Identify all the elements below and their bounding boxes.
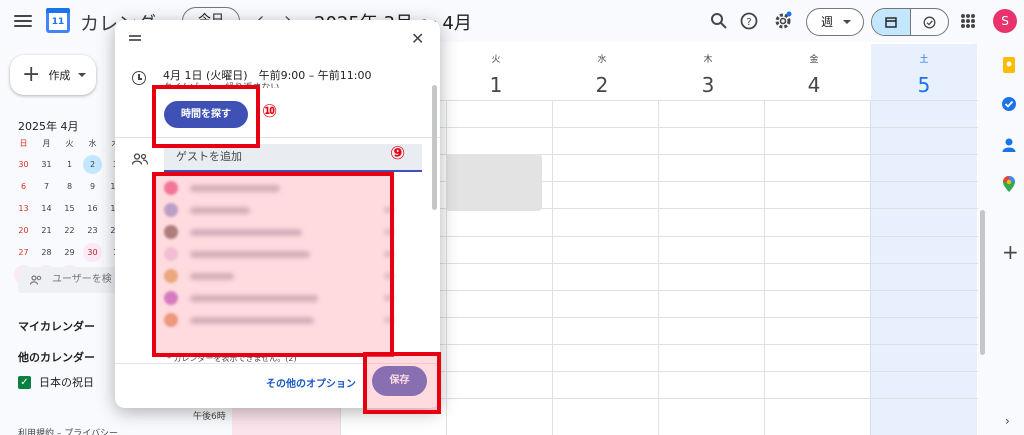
grid-scrollbar[interactable] bbox=[980, 210, 985, 355]
day-number[interactable]: 5 bbox=[874, 73, 974, 97]
mini-calendar: 日月火水木30311236789101314151617202122232427… bbox=[12, 136, 121, 284]
mini-calendar-day[interactable]: 30 bbox=[83, 243, 102, 262]
annotation-box-guests bbox=[152, 172, 394, 357]
day-of-week: 火 bbox=[491, 55, 501, 65]
day-header[interactable]: 火1 bbox=[446, 52, 546, 97]
calendar-logo: 11 bbox=[46, 8, 70, 33]
mini-calendar-day[interactable]: 29 bbox=[58, 243, 81, 262]
contacts-icon[interactable] bbox=[1000, 136, 1018, 154]
logo-number: 11 bbox=[51, 17, 65, 27]
clock-icon bbox=[132, 71, 146, 85]
day-of-week: 水 bbox=[597, 55, 607, 65]
day-of-week: 土 bbox=[919, 55, 929, 65]
draft-event-block[interactable] bbox=[446, 154, 542, 211]
mini-calendar-day[interactable]: 23 bbox=[81, 221, 104, 240]
saturday-column-highlight bbox=[871, 44, 977, 435]
svg-text:?: ? bbox=[746, 17, 751, 28]
guests-icon bbox=[132, 153, 148, 165]
mini-calendar-day[interactable]: 9 bbox=[81, 177, 104, 196]
selected-slot bbox=[232, 405, 340, 435]
day-header[interactable]: 水2 bbox=[552, 52, 652, 97]
day-number[interactable]: 3 bbox=[658, 73, 758, 97]
mini-calendar-day[interactable]: 7 bbox=[35, 177, 58, 196]
user-search-input[interactable]: ユーザーを検 bbox=[18, 267, 120, 293]
mini-calendar-day[interactable]: 16 bbox=[81, 199, 104, 218]
day-header[interactable]: 木3 bbox=[658, 52, 758, 97]
mini-calendar-day[interactable]: 31 bbox=[35, 155, 58, 174]
tasks-view-icon[interactable] bbox=[911, 9, 949, 35]
day-number[interactable]: 1 bbox=[446, 73, 546, 97]
mini-calendar-day[interactable]: 2 bbox=[83, 155, 102, 174]
calendar-item-label: 日本の祝日 bbox=[39, 376, 94, 389]
mini-calendar-weekday: 火 bbox=[65, 139, 74, 148]
mini-calendar-weekday: 月 bbox=[42, 139, 51, 148]
mini-calendar-weekday: 日 bbox=[19, 139, 28, 148]
search-icon[interactable] bbox=[709, 11, 729, 31]
add-addon-icon[interactable]: + bbox=[1002, 240, 1019, 264]
dialog-scrollbar[interactable] bbox=[432, 85, 437, 210]
settings-gear-icon[interactable] bbox=[773, 11, 793, 31]
view-selector[interactable]: 週 bbox=[806, 8, 864, 36]
close-icon[interactable]: ✕ bbox=[411, 29, 424, 48]
mini-calendar-day[interactable]: 14 bbox=[35, 199, 58, 218]
add-guest-input[interactable]: ゲストを追加 bbox=[164, 144, 422, 172]
mini-calendar-day[interactable]: 28 bbox=[35, 243, 58, 262]
calendar-view-icon[interactable] bbox=[872, 9, 911, 35]
mini-calendar-day[interactable]: 6 bbox=[12, 177, 35, 196]
tasks-icon[interactable] bbox=[1000, 95, 1018, 113]
view-label: 週 bbox=[821, 15, 834, 29]
mini-calendar-day[interactable]: 20 bbox=[12, 221, 35, 240]
annotation-number-9: ⑨ bbox=[390, 143, 406, 164]
keep-icon[interactable] bbox=[1000, 56, 1018, 74]
my-calendars-heading[interactable]: マイカレンダー bbox=[18, 318, 95, 334]
annotation-box-find-time bbox=[152, 85, 260, 148]
mini-calendar-day[interactable]: 15 bbox=[58, 199, 81, 218]
more-options-link[interactable]: その他のオプション bbox=[266, 375, 356, 390]
google-apps-icon[interactable] bbox=[961, 14, 975, 28]
mini-calendar-day[interactable]: 22 bbox=[58, 221, 81, 240]
create-label: 作成 bbox=[48, 69, 71, 82]
checkbox-checked-icon[interactable]: ✓ bbox=[18, 375, 31, 389]
main-menu-icon[interactable] bbox=[14, 12, 32, 28]
account-avatar[interactable]: S bbox=[993, 9, 1017, 33]
create-button[interactable]: + 作成 bbox=[10, 55, 96, 95]
chevron-down-icon bbox=[843, 20, 851, 24]
drag-handle-icon[interactable] bbox=[129, 35, 141, 41]
mini-calendar-title: 2025年 4月 bbox=[18, 120, 79, 133]
other-calendars-heading[interactable]: 他のカレンダー bbox=[18, 349, 95, 365]
day-number[interactable]: 4 bbox=[764, 73, 864, 97]
mini-calendar-day[interactable]: 1 bbox=[58, 155, 81, 174]
maps-icon[interactable] bbox=[1000, 175, 1018, 193]
time-label: 午後6時 bbox=[193, 412, 226, 422]
help-icon[interactable]: ? bbox=[739, 11, 759, 31]
day-header[interactable]: 土5 bbox=[874, 52, 974, 97]
mini-calendar-day[interactable]: 13 bbox=[12, 199, 35, 218]
mini-calendar-day[interactable]: 8 bbox=[58, 177, 81, 196]
mini-calendar-day[interactable]: 21 bbox=[35, 221, 58, 240]
people-icon bbox=[30, 275, 42, 285]
day-number[interactable]: 2 bbox=[552, 73, 652, 97]
chevron-right-icon[interactable]: › bbox=[1005, 414, 1010, 428]
mini-calendar-weekday: 水 bbox=[88, 139, 97, 148]
chevron-down-icon bbox=[78, 73, 87, 77]
mini-calendar-day[interactable]: 30 bbox=[12, 155, 35, 174]
user-search-placeholder: ユーザーを検 bbox=[52, 274, 112, 285]
day-of-week: 金 bbox=[809, 55, 819, 65]
annotation-box-save bbox=[363, 352, 441, 414]
footer-links[interactable]: 利用規約 – プライバシー bbox=[18, 426, 118, 435]
mini-calendar-day[interactable]: 27 bbox=[12, 243, 35, 262]
view-toggle[interactable] bbox=[871, 8, 949, 36]
plus-icon: + bbox=[22, 62, 41, 87]
calendar-item-holidays[interactable]: ✓ 日本の祝日 bbox=[18, 374, 94, 390]
day-of-week: 木 bbox=[703, 55, 713, 65]
day-header[interactable]: 金4 bbox=[764, 52, 864, 97]
annotation-number-10: ⑩ bbox=[262, 101, 278, 122]
